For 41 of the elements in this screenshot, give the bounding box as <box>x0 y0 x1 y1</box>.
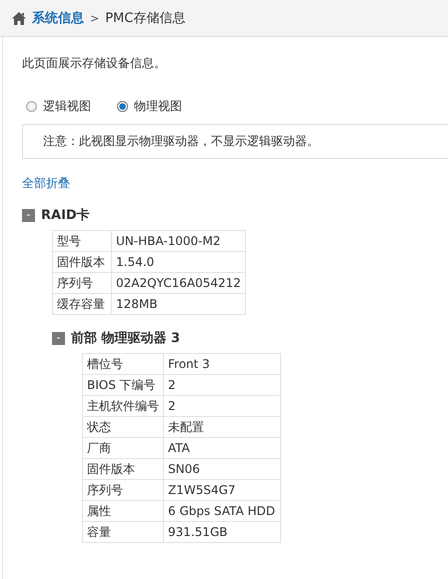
table-cell: 序列号 <box>52 272 112 294</box>
table-cell: 未配置 <box>164 416 280 438</box>
table-cell: Front 3 <box>164 354 280 374</box>
table-cell: 容量 <box>82 522 164 542</box>
section-title: RAID卡 <box>41 207 90 224</box>
table-cell: ATA <box>164 438 280 458</box>
notice-text: 注意：此视图显示物理驱动器，不显示逻辑驱动器。 <box>43 133 319 150</box>
table-cell: 固件版本 <box>52 252 112 272</box>
radio-button[interactable] <box>26 100 37 112</box>
table-cell: 序列号 <box>82 480 164 500</box>
table-cell: 属性 <box>82 500 164 522</box>
table-cell: 状态 <box>82 416 164 438</box>
table-cell: 缓存容量 <box>52 294 112 314</box>
table-cell: UN-HBA-1000-M2 <box>112 230 246 252</box>
table-cell: 6 Gbps SATA HDD <box>164 500 280 522</box>
table-cell: 固件版本 <box>82 458 164 480</box>
home-icon[interactable] <box>12 12 26 24</box>
radio-button[interactable] <box>117 100 128 112</box>
table-cell: 02A2QYC16A054212 <box>112 272 246 294</box>
collapse-toggle[interactable]: - <box>52 332 65 344</box>
breadcrumb-separator: > <box>90 12 100 24</box>
table-cell: 主机软件编号 <box>82 396 164 416</box>
radio-label[interactable]: 物理视图 <box>134 98 182 114</box>
section-title: 前部 物理驱动器 3 <box>71 330 180 347</box>
collapse-all-link[interactable]: 全部折叠 <box>22 175 448 192</box>
table-cell: SN06 <box>164 458 280 480</box>
table-cell: 931.51GB <box>164 522 280 542</box>
table-cell: 2 <box>164 374 280 396</box>
radio-label[interactable]: 逻辑视图 <box>43 98 91 114</box>
table-cell: 1.54.0 <box>112 252 246 272</box>
table-cell: 槽位号 <box>82 354 164 374</box>
collapse-toggle[interactable]: - <box>22 208 35 222</box>
table-cell: BIOS 下编号 <box>82 374 164 396</box>
table-cell: 型号 <box>52 230 112 252</box>
table-cell: 厂商 <box>82 438 164 458</box>
breadcrumb-link[interactable]: 系统信息 <box>32 9 84 27</box>
table-cell: 2 <box>164 396 280 416</box>
breadcrumb-current: PMC存储信息 <box>105 10 186 27</box>
table-cell: Z1W5S4G7 <box>164 480 280 500</box>
table-cell: 128MB <box>112 294 246 314</box>
page-description: 此页面展示存储设备信息。 <box>22 55 167 72</box>
